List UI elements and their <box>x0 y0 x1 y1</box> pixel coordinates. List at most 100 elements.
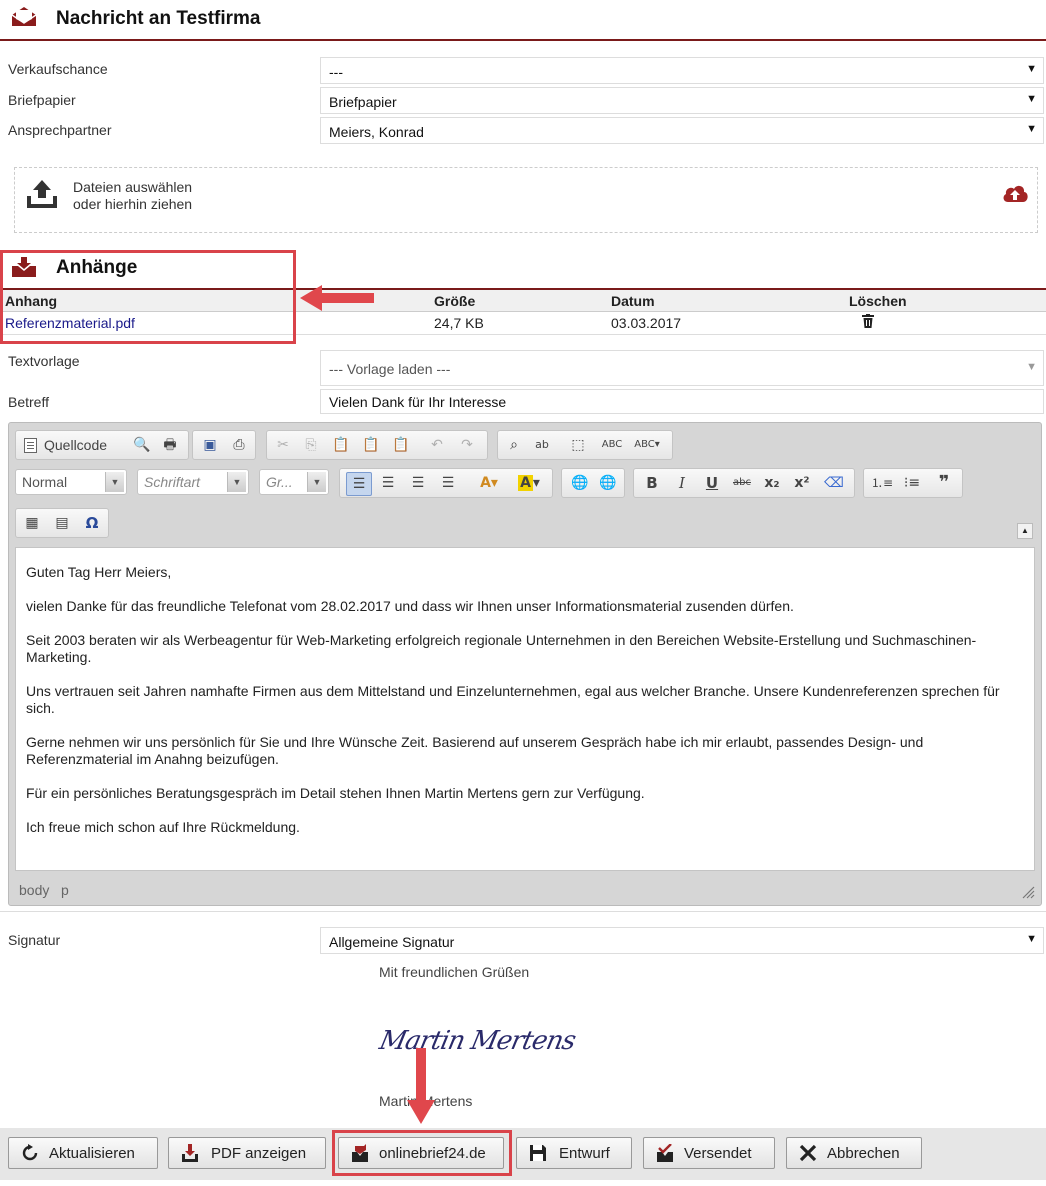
chevron-down-icon: ▼ <box>307 472 326 492</box>
preview-icon[interactable]: 🔍 <box>130 434 154 456</box>
pdf-button-label: PDF anzeigen <box>211 1145 307 1162</box>
textvorlage-value: --- Vorlage laden --- <box>329 361 451 377</box>
align-left-icon[interactable]: ☰ <box>346 472 372 496</box>
signatur-label: Signatur <box>8 932 61 948</box>
subscript-icon[interactable]: x₂ <box>760 472 784 494</box>
signatur-value: Allgemeine Signatur <box>329 934 455 950</box>
italic-icon[interactable]: I <box>670 472 694 494</box>
find-icon[interactable]: ⌕ <box>502 434 526 456</box>
paste-text-icon[interactable]: 📋 <box>359 434 383 456</box>
chevron-down-icon: ▼ <box>1026 93 1037 105</box>
element-path-text[interactable]: body p <box>19 882 69 898</box>
bullet-list-icon[interactable]: ⁝≡ <box>900 472 924 494</box>
draft-button-label: Entwurf <box>559 1145 610 1162</box>
templates-icon[interactable]: ▣ <box>198 434 222 456</box>
copy-icon[interactable]: ⎘ <box>299 434 323 456</box>
refresh-button[interactable]: Aktualisieren <box>8 1137 158 1169</box>
ansprechpartner-select[interactable]: Meiers, Konrad ▼ <box>320 117 1044 144</box>
align-right-icon[interactable]: ☰ <box>406 472 430 494</box>
format-combo[interactable]: Normal ▼ <box>15 469 127 495</box>
save-icon <box>530 1145 546 1161</box>
signatur-select[interactable]: Allgemeine Signatur ▼ <box>320 927 1044 954</box>
close-icon <box>799 1144 817 1162</box>
textvorlage-label: Textvorlage <box>8 353 80 369</box>
editor-paragraph: Seit 2003 beraten wir als Werbeagentur f… <box>26 632 977 665</box>
toolbar-group-templates: ▣ ⎙ <box>192 430 256 460</box>
highlight-box-onlinebrief <box>332 1130 512 1176</box>
paste-icon[interactable]: 📋 <box>329 434 353 456</box>
strike-icon[interactable]: abc <box>730 472 754 494</box>
print-icon[interactable]: 🖶 <box>158 434 182 456</box>
align-center-icon[interactable]: ☰ <box>376 472 400 494</box>
resize-handle-icon[interactable] <box>1021 885 1035 899</box>
file-dropzone[interactable]: Dateien auswählen oder hierhin ziehen <box>14 167 1038 233</box>
link-icon[interactable]: 🌐 <box>568 472 592 494</box>
numbered-list-icon[interactable]: ⒈≡ <box>870 472 894 494</box>
col-loeschen: Löschen <box>849 293 907 309</box>
ansprechpartner-label: Ansprechpartner <box>8 122 112 138</box>
envelope-check-icon <box>657 1144 673 1162</box>
bold-icon[interactable]: B <box>640 472 664 494</box>
header-divider <box>0 39 1046 41</box>
page-preview-icon[interactable]: ⎙ <box>227 434 251 456</box>
toolbar-group-find: ⌕ ab ⬚ ABC ABC▾ <box>497 430 673 460</box>
editor-paragraph: Uns vertrauen seit Jahren namhafte Firme… <box>26 683 1000 716</box>
spellcheck-icon[interactable]: ABC <box>600 434 624 456</box>
cut-icon[interactable]: ✂ <box>271 434 295 456</box>
toolbar-group-insert: ▦ ▤ Ω <box>15 508 109 538</box>
editor-paragraph: Für ein persönliches Beratungsgespräch i… <box>26 785 645 801</box>
textvorlage-select[interactable]: --- Vorlage laden --- ▼ <box>320 350 1044 386</box>
betreff-input[interactable]: Vielen Dank für Ihr Interesse <box>320 389 1044 414</box>
verkaufschance-value: --- <box>329 64 343 80</box>
replace-icon[interactable]: ab <box>530 434 554 456</box>
superscript-icon[interactable]: x² <box>790 472 814 494</box>
toolbar-group-style: B I U abc x₂ x² ⌫ <box>633 468 855 498</box>
remove-format-icon[interactable]: ⌫ <box>822 472 846 494</box>
briefpapier-select[interactable]: Briefpapier ▼ <box>320 87 1044 114</box>
refresh-button-label: Aktualisieren <box>49 1145 135 1162</box>
blockquote-icon[interactable]: ❞ <box>932 472 956 494</box>
redo-icon[interactable]: ↷ <box>455 434 479 456</box>
editor-paragraph: Gerne nehmen wir uns persönlich für Sie … <box>26 734 924 767</box>
verkaufschance-select[interactable]: --- ▼ <box>320 57 1044 84</box>
underline-icon[interactable]: U <box>700 472 724 494</box>
select-all-icon[interactable]: ⬚ <box>566 434 590 456</box>
rich-text-editor: Quellcode 🔍 🖶 ▣ ⎙ ✂ ⎘ 📋 📋 📋 ↶ ↷ ⌕ ab ⬚ A… <box>8 422 1042 906</box>
chevron-down-icon: ▼ <box>227 472 246 492</box>
collapse-toolbar-icon[interactable]: ▲ <box>1017 523 1033 539</box>
refresh-icon <box>22 1144 38 1161</box>
dropzone-line2: oder hierhin ziehen <box>73 196 193 212</box>
cancel-button[interactable]: Abbrechen <box>786 1137 922 1169</box>
scayt-icon[interactable]: ABC▾ <box>630 434 664 456</box>
undo-icon[interactable]: ↶ <box>425 434 449 456</box>
chevron-down-icon: ▼ <box>1026 63 1037 75</box>
unlink-icon[interactable]: 🌐 <box>596 472 620 494</box>
betreff-label: Betreff <box>8 394 49 410</box>
paste-word-icon[interactable]: 📋 <box>389 434 413 456</box>
arrow-left-icon <box>300 285 374 311</box>
cancel-button-label: Abbrechen <box>827 1145 900 1162</box>
special-char-icon[interactable]: Ω <box>80 512 104 534</box>
draft-button[interactable]: Entwurf <box>516 1137 632 1169</box>
element-path: body p <box>19 882 69 898</box>
ansprechpartner-value: Meiers, Konrad <box>329 124 424 140</box>
envelope-icon <box>11 7 37 26</box>
pdf-button[interactable]: PDF anzeigen <box>168 1137 326 1169</box>
sent-button[interactable]: Versendet <box>643 1137 775 1169</box>
bg-color-icon[interactable]: A ▾ <box>512 472 546 494</box>
chevron-down-icon: ▼ <box>1026 361 1037 373</box>
editor-content-area[interactable]: Guten Tag Herr Meiers, vielen Danke für … <box>15 547 1035 871</box>
align-justify-icon[interactable]: ☰ <box>436 472 460 494</box>
chevron-down-icon: ▼ <box>1026 123 1037 135</box>
size-combo[interactable]: Gr... ▼ <box>259 469 329 495</box>
horizontal-rule-icon[interactable]: ▤ <box>50 512 74 534</box>
font-combo[interactable]: Schriftart ▼ <box>137 469 249 495</box>
text-color-icon[interactable]: A▾ <box>472 472 506 494</box>
trash-icon[interactable] <box>862 314 874 328</box>
source-button[interactable]: Quellcode <box>44 437 107 453</box>
table-icon[interactable]: ▦ <box>20 512 44 534</box>
pdf-download-icon <box>182 1144 198 1162</box>
editor-paragraph: Ich freue mich schon auf Ihre Rückmeldun… <box>26 819 300 835</box>
cloud-upload-icon[interactable] <box>1001 182 1029 204</box>
verkaufschance-label: Verkaufschance <box>8 61 108 77</box>
